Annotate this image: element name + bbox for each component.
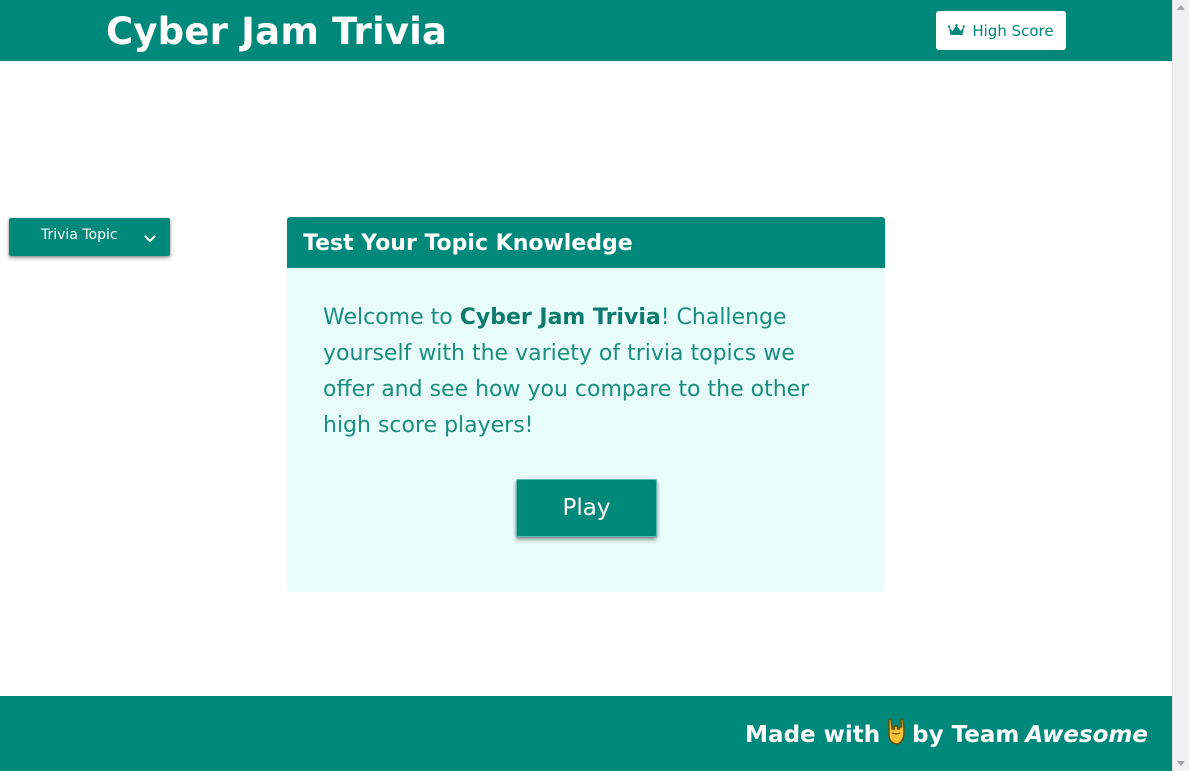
chevron-down-icon xyxy=(144,231,156,247)
page: Cyber Jam Trivia High Score Trivia Topic… xyxy=(0,0,1172,771)
rock-hand-emoji-icon xyxy=(886,718,906,752)
crown-icon xyxy=(948,24,966,37)
vertical-scrollbar[interactable] xyxy=(1172,0,1189,771)
footer-made-with: Made with xyxy=(745,722,881,748)
footer-credit: Made with by Team Awesome xyxy=(745,718,1148,752)
trivia-topic-dropdown[interactable]: Trivia Topic xyxy=(9,218,170,256)
welcome-text-start: Welcome to xyxy=(323,305,460,330)
card-title: Test Your Topic Knowledge xyxy=(287,217,885,268)
trivia-topic-label: Trivia Topic xyxy=(41,227,118,243)
brand-title[interactable]: Cyber Jam Trivia xyxy=(106,8,447,56)
welcome-text-brand: Cyber Jam Trivia xyxy=(459,305,661,330)
welcome-text: Welcome to Cyber Jam Trivia! Challenge y… xyxy=(323,300,843,444)
navbar: Cyber Jam Trivia High Score xyxy=(0,0,1172,61)
scroll-down-arrow-icon[interactable] xyxy=(1177,761,1185,766)
high-score-button[interactable]: High Score xyxy=(936,11,1066,50)
scroll-up-arrow-icon[interactable] xyxy=(1177,5,1185,10)
play-button[interactable]: Play xyxy=(516,479,657,537)
footer-by-team: by Team xyxy=(912,722,1020,748)
footer-team-name: Awesome xyxy=(1025,722,1148,748)
welcome-card: Test Your Topic Knowledge Welcome to Cyb… xyxy=(287,217,885,592)
high-score-label: High Score xyxy=(972,21,1054,40)
footer: Made with by Team Awesome xyxy=(0,696,1172,771)
